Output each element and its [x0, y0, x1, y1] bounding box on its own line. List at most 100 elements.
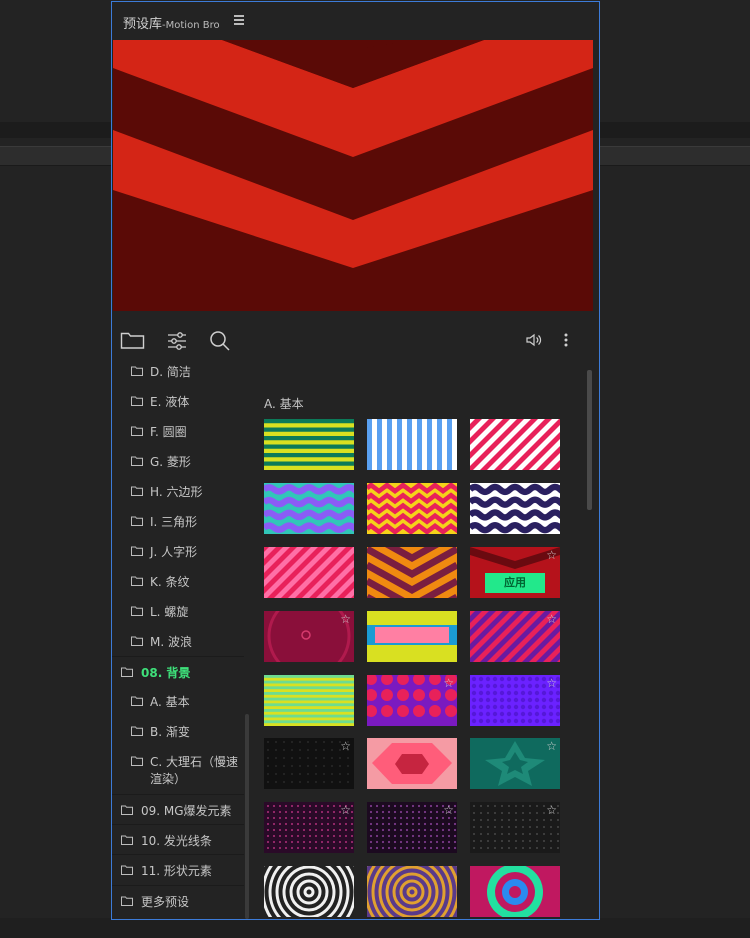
- tree-item-7[interactable]: K. 条纹: [112, 566, 244, 596]
- tree-item-8[interactable]: L. 螺旋: [112, 596, 244, 626]
- tree-item-label: A. 基本: [150, 695, 190, 709]
- tree-item-label: D. 简洁: [150, 365, 191, 379]
- tree-item-label: 11. 形状元素: [141, 864, 212, 878]
- tree-item-3[interactable]: G. 菱形: [112, 446, 244, 476]
- favorite-star-icon[interactable]: ☆: [340, 740, 351, 752]
- search-icon[interactable]: [209, 330, 235, 352]
- preset-thumbnail-3[interactable]: [264, 483, 354, 534]
- folder-icon: [131, 755, 143, 766]
- tree-item-label: H. 六边形: [150, 485, 203, 499]
- folder-icon: [121, 864, 133, 875]
- tree-item-13[interactable]: C. 大理石（慢速 渲染）: [112, 746, 244, 794]
- preset-thumbnail-17[interactable]: ☆: [470, 738, 560, 789]
- preset-thumbnail-14[interactable]: ☆: [470, 675, 560, 726]
- favorite-star-icon[interactable]: ☆: [546, 549, 557, 561]
- preset-thumbnail-1[interactable]: [367, 419, 457, 470]
- panel-menu-icon[interactable]: [234, 15, 244, 25]
- preview-area: [113, 40, 593, 311]
- tree-item-label: M. 波浪: [150, 635, 192, 649]
- tree-item-11[interactable]: A. 基本: [112, 686, 244, 716]
- preset-thumbnail-11[interactable]: ☆: [470, 611, 560, 662]
- tree-item-10[interactable]: 08. 背景: [112, 656, 244, 687]
- preset-thumbnail-5[interactable]: [470, 483, 560, 534]
- more-vertical-icon[interactable]: [558, 330, 574, 352]
- folder-icon: [131, 635, 143, 646]
- favorite-star-icon[interactable]: ☆: [340, 613, 351, 625]
- favorite-star-icon[interactable]: ☆: [546, 677, 557, 689]
- preset-thumbnail-21[interactable]: [264, 866, 354, 917]
- preset-thumbnail-12[interactable]: [264, 675, 354, 726]
- preset-library-panel: 预设库-Motion Bro D. 简洁 E. 液体 F. 圆圈 G. 菱形 H…: [111, 1, 600, 920]
- favorite-star-icon[interactable]: ☆: [546, 740, 557, 752]
- folder-icon: [131, 605, 143, 616]
- library-toolbar: [112, 320, 599, 360]
- preset-grid: A. 基本 ☆ 应用 ☆ ☆ ☆ ☆ ☆ ☆ ☆ ☆ ☆: [253, 364, 593, 919]
- favorite-star-icon[interactable]: ☆: [443, 804, 454, 816]
- tree-item-label: 08. 背景: [141, 666, 191, 680]
- panel-title: 预设库-Motion Bro: [123, 17, 220, 32]
- tree-item-4[interactable]: H. 六边形: [112, 476, 244, 506]
- tree-item-0[interactable]: D. 简洁: [112, 364, 244, 386]
- preset-thumbnail-0[interactable]: [264, 419, 354, 470]
- tree-item-9[interactable]: M. 波浪: [112, 626, 244, 656]
- tree-item-label: C. 大理石（慢速: [150, 755, 239, 769]
- tree-item-12[interactable]: B. 渐变: [112, 716, 244, 746]
- tree-item-15[interactable]: 10. 发光线条: [112, 824, 244, 855]
- folder-icon: [121, 895, 133, 906]
- preset-thumbnail-8[interactable]: ☆ 应用: [470, 547, 560, 598]
- folder-icon: [131, 455, 143, 466]
- preset-thumbnail-13[interactable]: ☆: [367, 675, 457, 726]
- tree-item-label: 10. 发光线条: [141, 834, 212, 848]
- tree-item-label: J. 人字形: [150, 545, 198, 559]
- folder-icon: [131, 545, 143, 556]
- folder-icon: [131, 725, 143, 736]
- preset-thumbnail-16[interactable]: [367, 738, 457, 789]
- folder-icon: [131, 395, 143, 406]
- folder-icon: [131, 515, 143, 526]
- tree-item-5[interactable]: I. 三角形: [112, 506, 244, 536]
- tree-item-16[interactable]: 11. 形状元素: [112, 854, 244, 885]
- preset-thumbnail-20[interactable]: ☆: [470, 802, 560, 853]
- section-title: A. 基本: [264, 397, 304, 411]
- tree-item-label: L. 螺旋: [150, 605, 189, 619]
- grid-scrollbar[interactable]: [587, 370, 592, 510]
- preset-thumbnail-2[interactable]: [470, 419, 560, 470]
- preset-thumbnail-19[interactable]: ☆: [367, 802, 457, 853]
- background-footer: [0, 918, 750, 938]
- volume-icon[interactable]: [524, 330, 550, 352]
- category-tree: D. 简洁 E. 液体 F. 圆圈 G. 菱形 H. 六边形 I. 三角形 J. 人字形 K.…: [112, 364, 244, 919]
- tree-item-17[interactable]: 更多预设: [112, 885, 244, 916]
- sliders-icon[interactable]: [166, 330, 192, 352]
- preset-thumbnail-10[interactable]: [367, 611, 457, 662]
- folder-icon: [121, 666, 133, 677]
- tree-scrollbar[interactable]: [245, 714, 249, 919]
- tree-item-label-cont: 渲染）: [150, 772, 187, 786]
- preset-thumbnail-22[interactable]: [367, 866, 457, 917]
- tree-item-label: 更多预设: [141, 895, 190, 909]
- preset-thumbnail-7[interactable]: [367, 547, 457, 598]
- folder-icon: [131, 575, 143, 586]
- favorite-star-icon[interactable]: ☆: [546, 804, 557, 816]
- favorite-star-icon[interactable]: ☆: [443, 677, 454, 689]
- favorite-star-icon[interactable]: ☆: [340, 804, 351, 816]
- preset-thumbnail-9[interactable]: ☆: [264, 611, 354, 662]
- folder-icon: [121, 834, 133, 845]
- tree-item-14[interactable]: 09. MG爆发元素: [112, 794, 244, 825]
- tree-item-1[interactable]: E. 液体: [112, 386, 244, 416]
- folder-icon: [131, 425, 143, 436]
- tree-item-label: E. 液体: [150, 395, 190, 409]
- folder-icon[interactable]: [120, 330, 146, 352]
- tree-item-2[interactable]: F. 圆圈: [112, 416, 244, 446]
- tree-item-label: F. 圆圈: [150, 425, 187, 439]
- tree-item-6[interactable]: J. 人字形: [112, 536, 244, 566]
- apply-button[interactable]: 应用: [485, 573, 545, 593]
- preset-thumbnail-23[interactable]: [470, 866, 560, 917]
- preset-thumbnail-4[interactable]: [367, 483, 457, 534]
- preset-thumbnail-6[interactable]: [264, 547, 354, 598]
- panel-titlebar: 预设库-Motion Bro: [112, 2, 599, 40]
- preset-thumbnail-18[interactable]: ☆: [264, 802, 354, 853]
- favorite-star-icon[interactable]: ☆: [546, 613, 557, 625]
- tree-item-label: I. 三角形: [150, 515, 198, 529]
- preset-thumbnail-15[interactable]: ☆: [264, 738, 354, 789]
- folder-icon: [121, 804, 133, 815]
